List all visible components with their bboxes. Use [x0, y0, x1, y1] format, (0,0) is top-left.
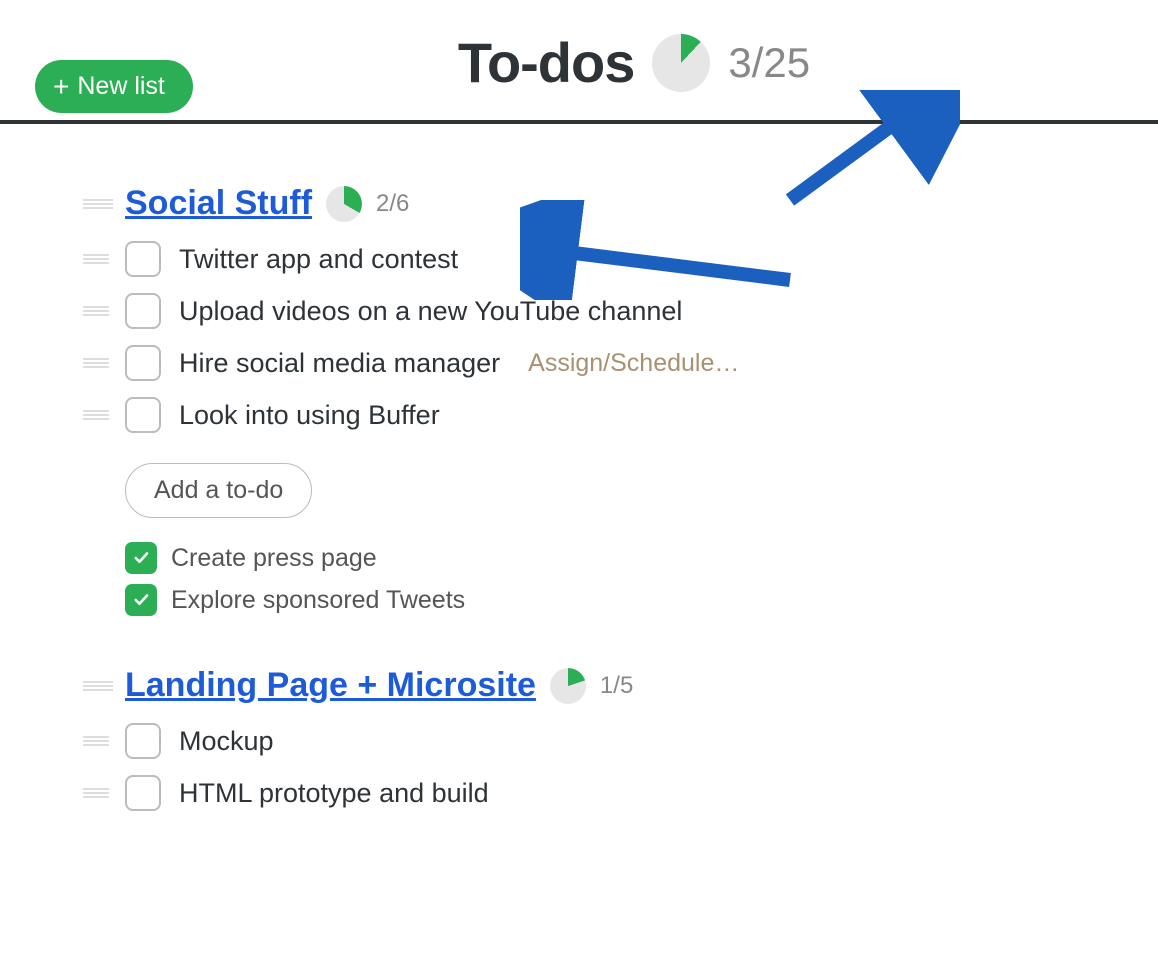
todo-item[interactable]: Look into using Buffer	[125, 397, 1138, 433]
list-progress-ratio: 2/6	[376, 190, 409, 218]
done-text: Create press page	[171, 544, 377, 573]
done-text: Explore sponsored Tweets	[171, 586, 465, 615]
done-item[interactable]: Explore sponsored Tweets	[125, 584, 1138, 616]
todo-checkbox[interactable]	[125, 723, 161, 759]
todo-item[interactable]: Twitter app and contest	[125, 241, 1138, 277]
todo-checkbox[interactable]	[125, 775, 161, 811]
todo-item[interactable]: Mockup	[125, 723, 1138, 759]
todo-item[interactable]: Upload videos on a new YouTube channel	[125, 293, 1138, 329]
drag-handle-icon[interactable]	[83, 737, 109, 746]
todo-text: Hire social media manager	[179, 348, 500, 379]
todo-checkbox[interactable]	[125, 345, 161, 381]
drag-handle-icon[interactable]	[83, 255, 109, 264]
drag-handle-icon[interactable]	[83, 789, 109, 798]
list-progress-ratio: 1/5	[600, 672, 633, 700]
progress-pie-icon	[652, 34, 710, 92]
done-item[interactable]: Create press page	[125, 542, 1138, 574]
drag-handle-icon[interactable]	[83, 199, 109, 208]
progress-pie-icon	[326, 186, 362, 222]
checkmark-icon[interactable]	[125, 584, 157, 616]
plus-icon: +	[53, 73, 69, 101]
new-list-label: New list	[77, 72, 165, 101]
todo-list: Social Stuff 2/6 Twitter app and contest…	[125, 184, 1138, 616]
todo-item[interactable]: Hire social media manager Assign/Schedul…	[125, 345, 1138, 381]
progress-pie-icon	[550, 668, 586, 704]
list-title-link[interactable]: Social Stuff	[125, 184, 312, 223]
todo-text: Twitter app and contest	[179, 244, 458, 275]
todo-text: Look into using Buffer	[179, 400, 440, 431]
todo-text: Upload videos on a new YouTube channel	[179, 296, 682, 327]
list-header: Landing Page + Microsite 1/5	[125, 666, 1138, 705]
new-list-button[interactable]: + New list	[35, 60, 193, 113]
drag-handle-icon[interactable]	[83, 359, 109, 368]
checkmark-icon[interactable]	[125, 542, 157, 574]
list-header: Social Stuff 2/6	[125, 184, 1138, 223]
drag-handle-icon[interactable]	[83, 411, 109, 420]
todo-checkbox[interactable]	[125, 241, 161, 277]
add-todo-button[interactable]: Add a to-do	[125, 463, 312, 518]
header-title-wrap: To-dos 3/25	[458, 30, 810, 95]
drag-handle-icon[interactable]	[83, 681, 109, 690]
page-progress-ratio: 3/25	[728, 39, 810, 87]
todo-checkbox[interactable]	[125, 397, 161, 433]
todo-item[interactable]: HTML prototype and build	[125, 775, 1138, 811]
page-title: To-dos	[458, 30, 634, 95]
todo-checkbox[interactable]	[125, 293, 161, 329]
assign-schedule-link[interactable]: Assign/Schedule…	[528, 349, 739, 378]
todo-list: Landing Page + Microsite 1/5 Mockup HTML…	[125, 666, 1138, 811]
drag-handle-icon[interactable]	[83, 307, 109, 316]
todo-text: Mockup	[179, 726, 274, 757]
todo-text: HTML prototype and build	[179, 778, 489, 809]
list-title-link[interactable]: Landing Page + Microsite	[125, 666, 536, 705]
